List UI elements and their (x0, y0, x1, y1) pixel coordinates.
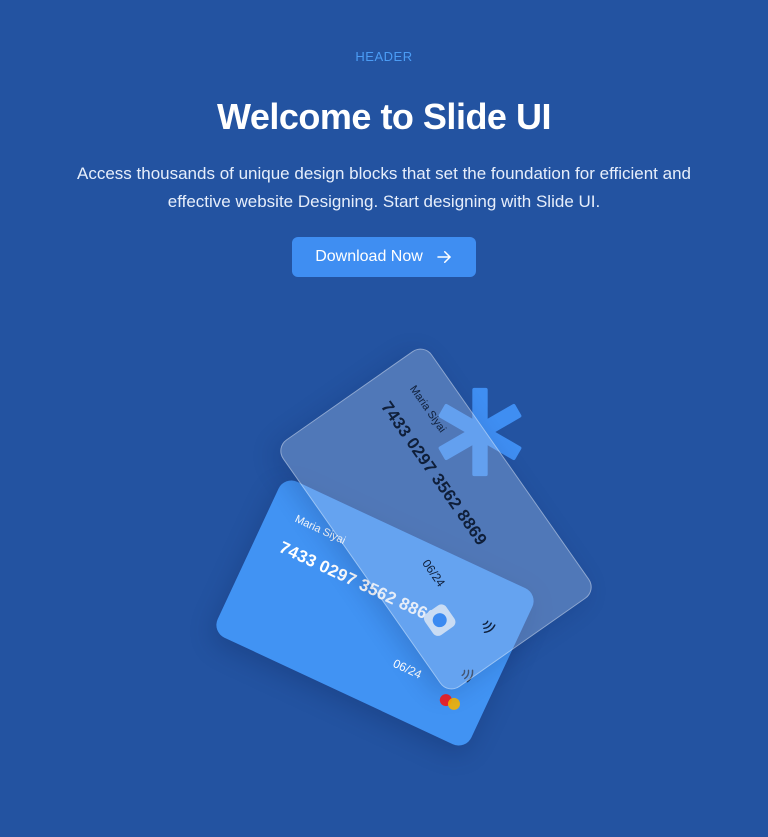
card-expiry: 06/24 (390, 656, 424, 682)
header-eyebrow: HEADER (355, 49, 413, 64)
download-now-label: Download Now (315, 248, 423, 265)
page-subtitle: Access thousands of unique design blocks… (77, 164, 691, 211)
page-title: Welcome to Slide UI (217, 96, 551, 137)
arrow-right-icon (437, 251, 451, 263)
contactless-icon (482, 620, 496, 634)
card-expiry: 06/24 (419, 556, 448, 590)
download-now-button[interactable]: Download Now (292, 237, 476, 277)
card-logo-icon (421, 602, 458, 639)
mastercard-logo-icon (439, 694, 460, 710)
